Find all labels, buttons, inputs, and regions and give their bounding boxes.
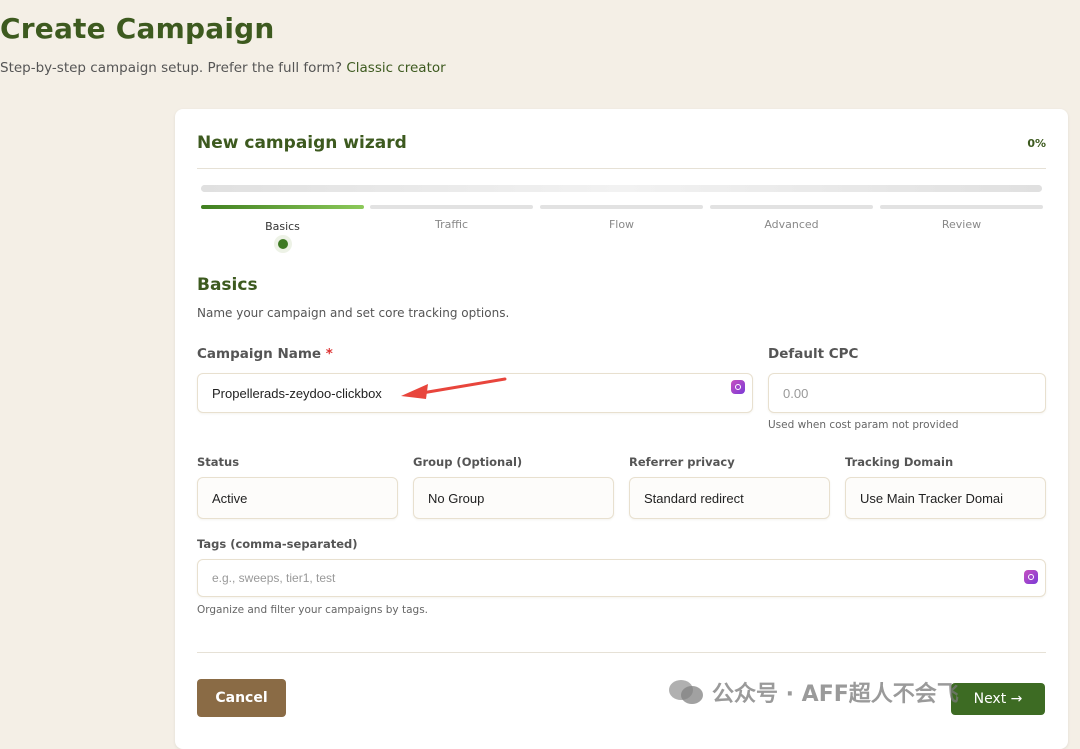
section-description: Name your campaign and set core tracking… [197, 306, 510, 320]
step-traffic[interactable]: Traffic [370, 205, 533, 231]
step-review[interactable]: Review [880, 205, 1043, 231]
status-value: Active [212, 490, 248, 506]
status-select[interactable]: Active [197, 477, 398, 519]
referrer-privacy-value: Standard redirect [644, 490, 744, 506]
step-label: Traffic [434, 218, 469, 231]
step-bar [540, 205, 703, 209]
tracking-domain-label: Tracking Domain [845, 455, 954, 469]
required-mark: * [325, 346, 333, 362]
step-label: Flow [608, 218, 635, 231]
campaign-name-input[interactable]: Propellerads-zeydoo-clickbox [197, 373, 753, 413]
campaign-name-label-text: Campaign Name [197, 346, 322, 362]
default-cpc-help: Used when cost param not provided [768, 419, 959, 431]
classic-creator-link[interactable]: Classic creator [346, 60, 445, 76]
watermark-text: 公众号 · AFF超人不会飞 [712, 682, 959, 707]
default-cpc-placeholder: 0.00 [783, 385, 809, 401]
tracking-domain-value: Use Main Tracker Domai [860, 490, 1004, 506]
password-manager-icon[interactable] [1024, 570, 1038, 584]
step-label: Review [941, 218, 982, 231]
step-basics[interactable]: Basics [201, 205, 364, 249]
page-title: Create Campaign [0, 12, 275, 45]
campaign-name-label: Campaign Name * [197, 346, 333, 362]
tracking-domain-select[interactable]: Use Main Tracker Domai [845, 477, 1046, 519]
group-label: Group (Optional) [413, 455, 523, 469]
referrer-privacy-select[interactable]: Standard redirect [629, 477, 830, 519]
subtitle-text: Step-by-step campaign setup. Prefer the … [0, 60, 343, 76]
step-bar [201, 205, 364, 209]
tags-help: Organize and filter your campaigns by ta… [197, 604, 428, 616]
step-label: Advanced [764, 218, 819, 231]
step-bar [710, 205, 873, 209]
wizard-card: New campaign wizard 0% Basics Traffic Fl… [175, 109, 1068, 749]
group-value: No Group [428, 490, 485, 506]
step-label: Basics [265, 220, 300, 233]
section-title: Basics [197, 275, 258, 295]
default-cpc-label: Default CPC [768, 346, 859, 362]
step-bar [370, 205, 533, 209]
tags-label: Tags (comma-separated) [197, 537, 358, 551]
progress-bar-fill [201, 185, 1042, 192]
default-cpc-input[interactable]: 0.00 [768, 373, 1046, 413]
wizard-title: New campaign wizard [197, 133, 407, 153]
step-flow[interactable]: Flow [540, 205, 703, 231]
watermark: 公众号 · AFF超人不会飞 [668, 676, 959, 708]
next-button[interactable]: Next → [951, 683, 1045, 715]
tags-placeholder: e.g., sweeps, tier1, test [212, 571, 336, 585]
progress-bar [201, 185, 1042, 192]
divider [197, 652, 1046, 653]
page-subtitle: Step-by-step campaign setup. Prefer the … [0, 60, 446, 76]
progress-percent: 0% [1027, 137, 1046, 150]
divider [197, 168, 1046, 169]
referrer-privacy-label: Referrer privacy [629, 455, 735, 469]
campaign-name-value: Propellerads-zeydoo-clickbox [212, 385, 382, 401]
cancel-button[interactable]: Cancel [197, 679, 286, 717]
wechat-icon [669, 680, 703, 704]
step-advanced[interactable]: Advanced [710, 205, 873, 231]
current-step-dot-icon [277, 239, 288, 249]
step-bar [880, 205, 1043, 209]
status-label: Status [197, 455, 240, 469]
tags-input[interactable]: e.g., sweeps, tier1, test [197, 559, 1046, 597]
password-manager-icon[interactable] [731, 380, 745, 394]
group-select[interactable]: No Group [413, 477, 614, 519]
